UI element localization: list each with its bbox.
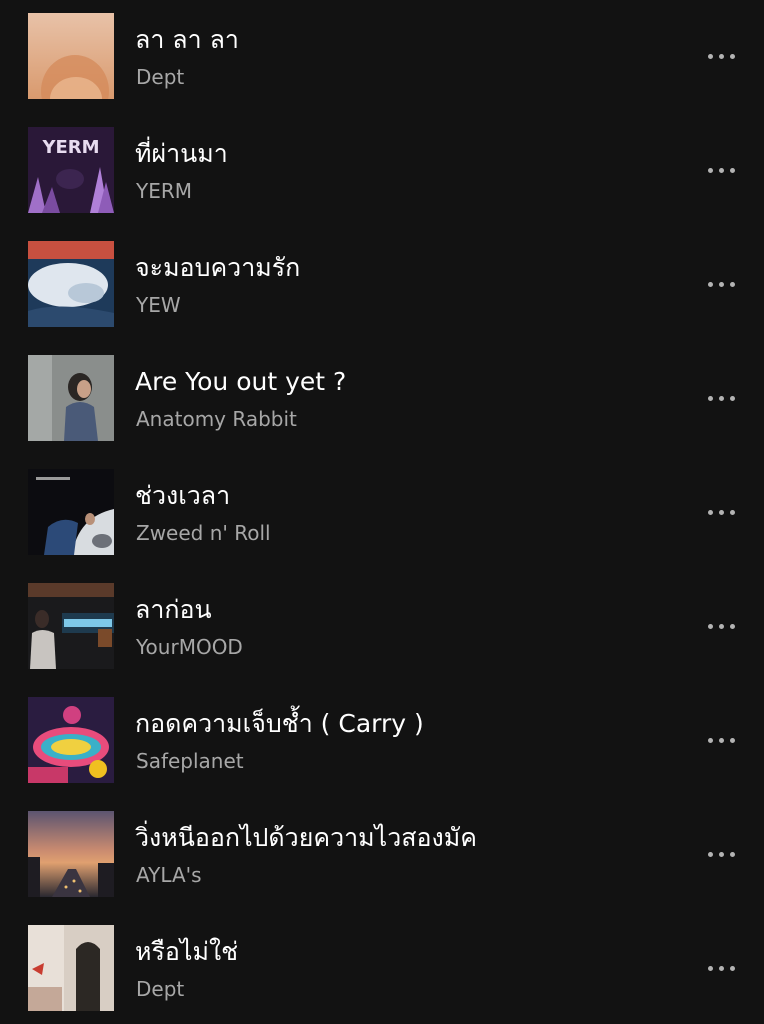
more-options-button[interactable] [700,496,744,528]
track-row[interactable]: จะมอบความรัก YEW [0,228,764,342]
track-row[interactable]: Are You out yet ? Anatomy Rabbit [0,342,764,456]
track-row[interactable]: ช่วงเวลา Zweed n' Roll [0,456,764,570]
more-dot-icon [708,396,713,401]
more-dot-icon [719,54,724,59]
more-options-button[interactable] [700,154,744,186]
track-artist: Anatomy Rabbit [136,407,297,431]
more-dot-icon [730,966,735,971]
album-cover [28,583,114,669]
track-artist: YERM [136,179,193,203]
track-artist: YEW [136,293,181,317]
more-dot-icon [719,510,724,515]
more-dot-icon [719,624,724,629]
track-title: กอดความเจ็บช้ำ ( Carry ) [135,709,424,738]
more-dot-icon [730,168,735,173]
more-dot-icon [708,966,713,971]
more-dot-icon [708,852,713,857]
track-title: ลา ลา ลา [135,25,239,54]
more-dot-icon [730,510,735,515]
album-cover [28,697,114,783]
more-options-button[interactable] [700,268,744,300]
track-row[interactable]: YERM ที่ผ่านมา YERM [0,114,764,228]
album-cover [28,925,114,1011]
svg-text:YERM: YERM [41,137,99,158]
track-artist: Dept [136,977,185,1001]
track-row[interactable]: ลาก่อน YourMOOD [0,570,764,684]
track-row[interactable]: วิ่งหนีออกไปด้วยความไวสองมัค AYLA's [0,798,764,912]
more-dot-icon [708,624,713,629]
more-options-button[interactable] [700,838,744,870]
more-dot-icon [719,738,724,743]
track-artist: YourMOOD [136,635,243,659]
more-dot-icon [708,282,713,287]
track-title: ช่วงเวลา [135,481,231,510]
track-row[interactable]: หรือไม่ใช่ Dept [0,912,764,1024]
more-dot-icon [719,852,724,857]
more-dot-icon [708,738,713,743]
more-dot-icon [719,282,724,287]
more-dot-icon [719,966,724,971]
track-title: ลาก่อน [135,595,212,624]
more-dot-icon [730,852,735,857]
album-cover: YERM [28,127,114,213]
more-options-button[interactable] [700,610,744,642]
track-artist: AYLA's [136,863,202,887]
more-options-button[interactable] [700,952,744,984]
track-title: จะมอบความรัก [135,253,301,282]
album-cover [28,355,114,441]
more-dot-icon [719,396,724,401]
more-options-button[interactable] [700,382,744,414]
track-title: หรือไม่ใช่ [135,937,239,966]
more-dot-icon [730,396,735,401]
more-dot-icon [708,54,713,59]
album-cover [28,241,114,327]
more-dot-icon [708,168,713,173]
track-title: วิ่งหนีออกไปด้วยความไวสองมัค [135,823,477,852]
more-options-button[interactable] [700,724,744,756]
track-list: ลา ลา ลา Dept YERM ที่ผ่านมา YERM จะมอบค… [0,0,764,1024]
track-row[interactable]: ลา ลา ลา Dept [0,0,764,114]
more-dot-icon [730,738,735,743]
more-dot-icon [730,54,735,59]
track-artist: Zweed n' Roll [136,521,271,545]
track-artist: Dept [136,65,185,89]
album-cover [28,13,114,99]
album-cover [28,811,114,897]
more-options-button[interactable] [700,40,744,72]
album-cover [28,469,114,555]
track-title: ที่ผ่านมา [135,139,228,168]
more-dot-icon [708,510,713,515]
track-row[interactable]: กอดความเจ็บช้ำ ( Carry ) Safeplanet [0,684,764,798]
more-dot-icon [730,282,735,287]
track-title: Are You out yet ? [135,367,347,396]
more-dot-icon [730,624,735,629]
track-artist: Safeplanet [136,749,244,773]
more-dot-icon [719,168,724,173]
